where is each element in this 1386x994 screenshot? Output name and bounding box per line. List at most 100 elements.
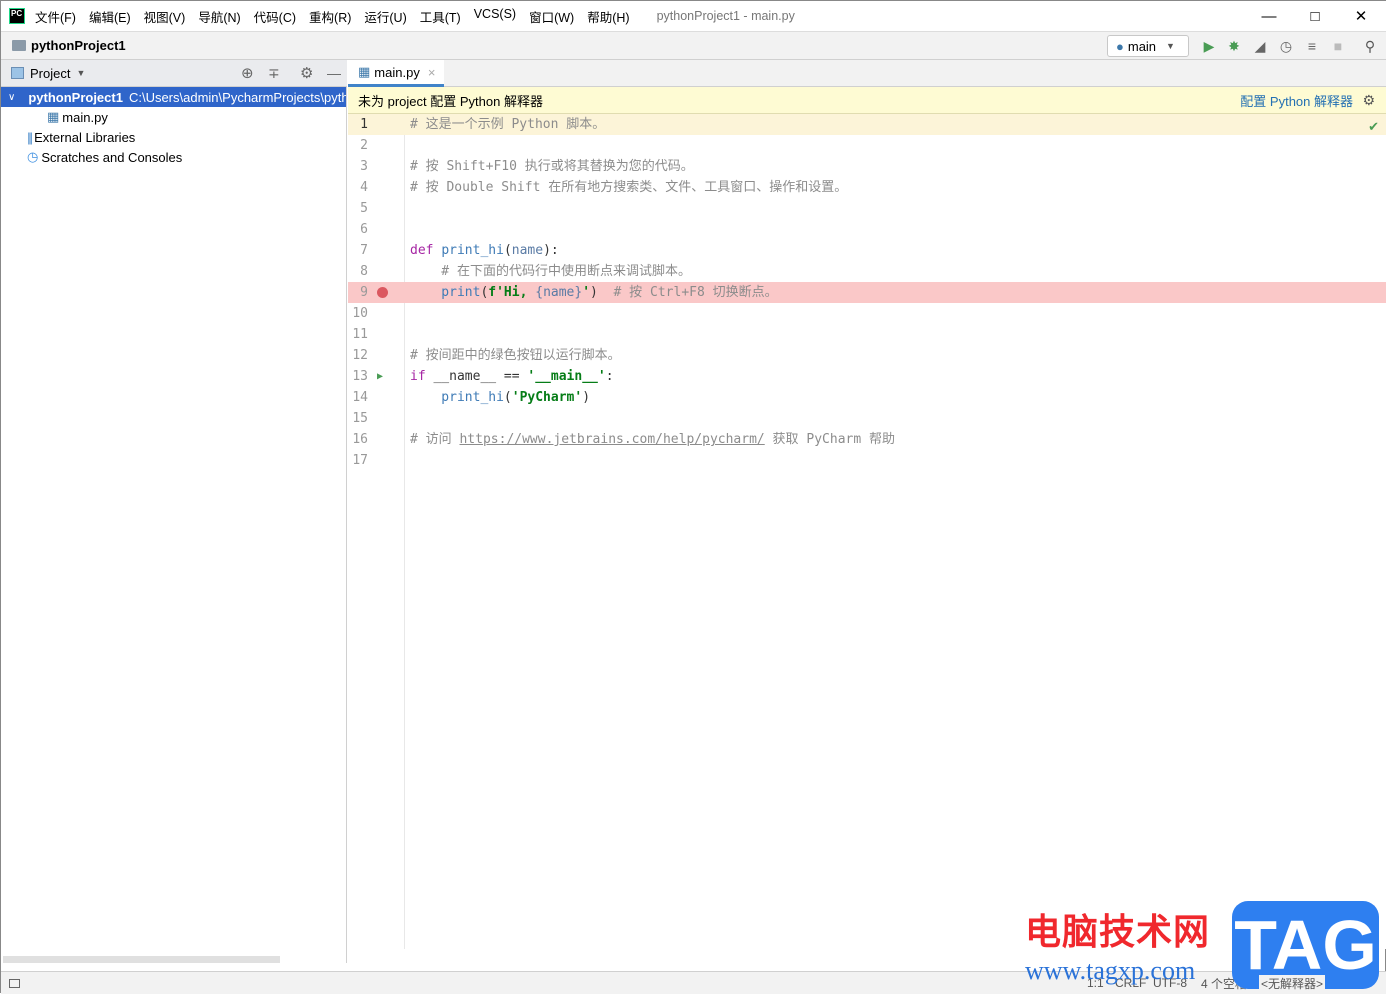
code-token: # 访问 bbox=[410, 432, 460, 447]
debug-icon[interactable]: ✸ bbox=[1226, 38, 1242, 54]
title-bar: PC 文件(F) 编辑(E) 视图(V) 导航(N) 代码(C) 重构(R) 运行(U) 工具… bbox=[1, 1, 1386, 31]
tree-item-project-root[interactable]: ∨ pythonProject1 C:\Users\admin\PycharmP… bbox=[1, 87, 346, 107]
code-token: # 这是一个示例 Python 脚本。 bbox=[410, 117, 606, 132]
breadcrumb-project[interactable]: pythonProject1 bbox=[31, 38, 126, 53]
code-token: ) bbox=[590, 285, 614, 300]
run-icon[interactable]: ▶ bbox=[1201, 38, 1217, 54]
code-line[interactable]: 6 bbox=[348, 219, 1386, 240]
code-line[interactable]: 16 # 访问 https://www.jetbrains.com/help/py… bbox=[348, 429, 1386, 450]
code-token: # 在下面的代码行中使用断点来调试脚本。 bbox=[410, 264, 691, 279]
collapse-all-icon[interactable]: ∓ bbox=[268, 65, 280, 82]
menu-item[interactable]: 窗口(W) bbox=[529, 7, 574, 26]
breakpoint-icon[interactable] bbox=[377, 287, 388, 298]
code-line[interactable]: 8 # 在下面的代码行中使用断点来调试脚本。 bbox=[348, 261, 1386, 282]
code-line[interactable]: 11 bbox=[348, 324, 1386, 345]
code-token: print_hi bbox=[410, 390, 504, 405]
menu-item[interactable]: 工具(T) bbox=[420, 7, 461, 26]
navigation-bar: pythonProject1 ● main ▼ ▶ ✸ ◢ ◷ ≡ ■ ⚲ bbox=[1, 31, 1386, 60]
code-line[interactable]: 14 print_hi('PyCharm') bbox=[348, 387, 1386, 408]
menu-item[interactable]: 视图(V) bbox=[144, 7, 186, 26]
code-line[interactable]: 5 bbox=[348, 198, 1386, 219]
project-view-selector[interactable]: Project bbox=[30, 66, 70, 81]
code-line[interactable]: 13 ▶ if __name__ == '__main__': bbox=[348, 366, 1386, 387]
code-token: {name} bbox=[535, 285, 583, 300]
help-link[interactable]: https://www.jetbrains.com/help/pycharm/ bbox=[459, 432, 764, 447]
maximize-button[interactable]: □ bbox=[1292, 1, 1338, 31]
line-number: 1 bbox=[360, 117, 368, 132]
menu-item[interactable]: 文件(F) bbox=[35, 7, 76, 26]
tree-item-external-libraries[interactable]: ||| External Libraries bbox=[1, 127, 346, 147]
tree-item-main-py[interactable]: ▦ main.py bbox=[1, 107, 346, 127]
gear-icon[interactable]: ⚙ bbox=[1362, 92, 1375, 109]
menu-item[interactable]: 导航(N) bbox=[198, 7, 240, 26]
code-line[interactable]: 1 # 这是一个示例 Python 脚本。 bbox=[348, 114, 1386, 135]
interpreter-selector[interactable]: <无解释器> bbox=[1259, 974, 1326, 992]
code-text: print_hi('PyCharm') bbox=[410, 387, 590, 408]
coverage-icon[interactable]: ◢ bbox=[1252, 38, 1268, 54]
python-icon: ● bbox=[1116, 38, 1124, 54]
menu-item[interactable]: 重构(R) bbox=[309, 7, 351, 26]
menu-item[interactable]: 代码(C) bbox=[254, 7, 296, 26]
code-token: name bbox=[511, 243, 544, 258]
python-file-icon: ▦ bbox=[358, 64, 371, 79]
code-line[interactable]: 17 bbox=[348, 450, 1386, 471]
code-line[interactable]: 3 # 按 Shift+F10 执行或将其替换为您的代码。 bbox=[348, 156, 1386, 177]
code-line[interactable]: 10 bbox=[348, 303, 1386, 324]
code-text: # 在下面的代码行中使用断点来调试脚本。 bbox=[410, 261, 691, 282]
interpreter-warning-banner: 未为 project 配置 Python 解释器 配置 Python 解释器 ⚙ bbox=[348, 87, 1386, 114]
code-token: ) bbox=[582, 390, 591, 405]
project-view-icon bbox=[11, 67, 24, 79]
code-token: ( bbox=[503, 390, 512, 405]
tool-windows-icon[interactable] bbox=[9, 978, 20, 988]
tree-item-scratches[interactable]: ◷ Scratches and Consoles bbox=[1, 147, 346, 167]
code-line[interactable]: 4 # 按 Double Shift 在所有地方搜索类、文件、工具窗口、操作和设置… bbox=[348, 177, 1386, 198]
menu-item[interactable]: 帮助(H) bbox=[587, 7, 629, 26]
chevron-down-icon: ∨ bbox=[8, 91, 16, 103]
code-editor[interactable]: 1 # 这是一个示例 Python 脚本。 2 3 # 按 Shift+F10 执行或将… bbox=[348, 114, 1386, 949]
menu-item[interactable]: 编辑(E) bbox=[89, 7, 131, 26]
line-number: 4 bbox=[360, 180, 368, 195]
line-number: 16 bbox=[352, 432, 368, 447]
profile-icon[interactable]: ◷ bbox=[1278, 38, 1294, 54]
search-icon[interactable]: ⚲ bbox=[1362, 38, 1378, 54]
menu-item[interactable]: 运行(U) bbox=[364, 7, 406, 26]
code-token: print bbox=[410, 285, 481, 300]
folder-icon bbox=[12, 40, 26, 51]
code-line[interactable]: 7 def print_hi(name): bbox=[348, 240, 1386, 261]
run-concurrency-icon[interactable]: ≡ bbox=[1304, 38, 1320, 54]
code-line[interactable]: 9 print(f'Hi, {name}') # 按 Ctrl+F8 切换断点。 bbox=[348, 282, 1386, 303]
project-panel-header: Project ▼ ⊕ ∓ ⚙ — bbox=[1, 60, 347, 87]
code-token: ( bbox=[503, 243, 512, 258]
code-text: if __name__ == '__main__': bbox=[410, 366, 614, 387]
code-line[interactable]: 12 # 按间距中的绿色按钮以运行脚本。 bbox=[348, 345, 1386, 366]
line-number: 17 bbox=[352, 453, 368, 468]
code-line[interactable]: 2 bbox=[348, 135, 1386, 156]
code-text: # 按 Double Shift 在所有地方搜索类、文件、工具窗口、操作和设置。 bbox=[410, 177, 847, 198]
code-text: # 访问 https://www.jetbrains.com/help/pych… bbox=[410, 429, 895, 450]
tab-label: main.py bbox=[374, 64, 420, 80]
locate-icon[interactable]: ⊕ bbox=[241, 64, 254, 82]
no-problems-check-icon: ✔ bbox=[1368, 119, 1379, 134]
close-button[interactable]: ✕ bbox=[1338, 1, 1384, 31]
line-number: 10 bbox=[352, 306, 368, 321]
configure-interpreter-link[interactable]: 配置 Python 解释器 bbox=[1240, 91, 1353, 110]
code-token: : bbox=[605, 369, 614, 384]
watermark-site-name: 电脑技术网 bbox=[1025, 911, 1211, 952]
run-gutter-icon[interactable]: ▶ bbox=[377, 366, 383, 387]
close-tab-icon[interactable]: × bbox=[428, 65, 436, 80]
horizontal-scrollbar[interactable] bbox=[3, 956, 280, 963]
line-number: 14 bbox=[352, 390, 368, 405]
chevron-down-icon: ▼ bbox=[1166, 41, 1175, 51]
tree-item-label: Scratches and Consoles bbox=[41, 149, 183, 165]
code-token: 获取 PyCharm 帮助 bbox=[764, 432, 896, 447]
menu-item[interactable]: VCS(S) bbox=[474, 7, 516, 26]
gear-icon[interactable]: ⚙ bbox=[300, 64, 313, 82]
project-path: C:\Users\admin\PycharmProjects\pythonPro… bbox=[128, 89, 346, 105]
code-line[interactable]: 15 bbox=[348, 408, 1386, 429]
tab-main-py[interactable]: ▦ main.py × bbox=[348, 60, 444, 87]
chevron-down-icon[interactable]: ▼ bbox=[76, 68, 85, 78]
stop-icon[interactable]: ■ bbox=[1330, 38, 1346, 54]
hide-icon[interactable]: — bbox=[327, 65, 341, 81]
minimize-button[interactable]: — bbox=[1246, 1, 1292, 31]
run-config-selector[interactable]: ● main ▼ bbox=[1107, 35, 1189, 57]
